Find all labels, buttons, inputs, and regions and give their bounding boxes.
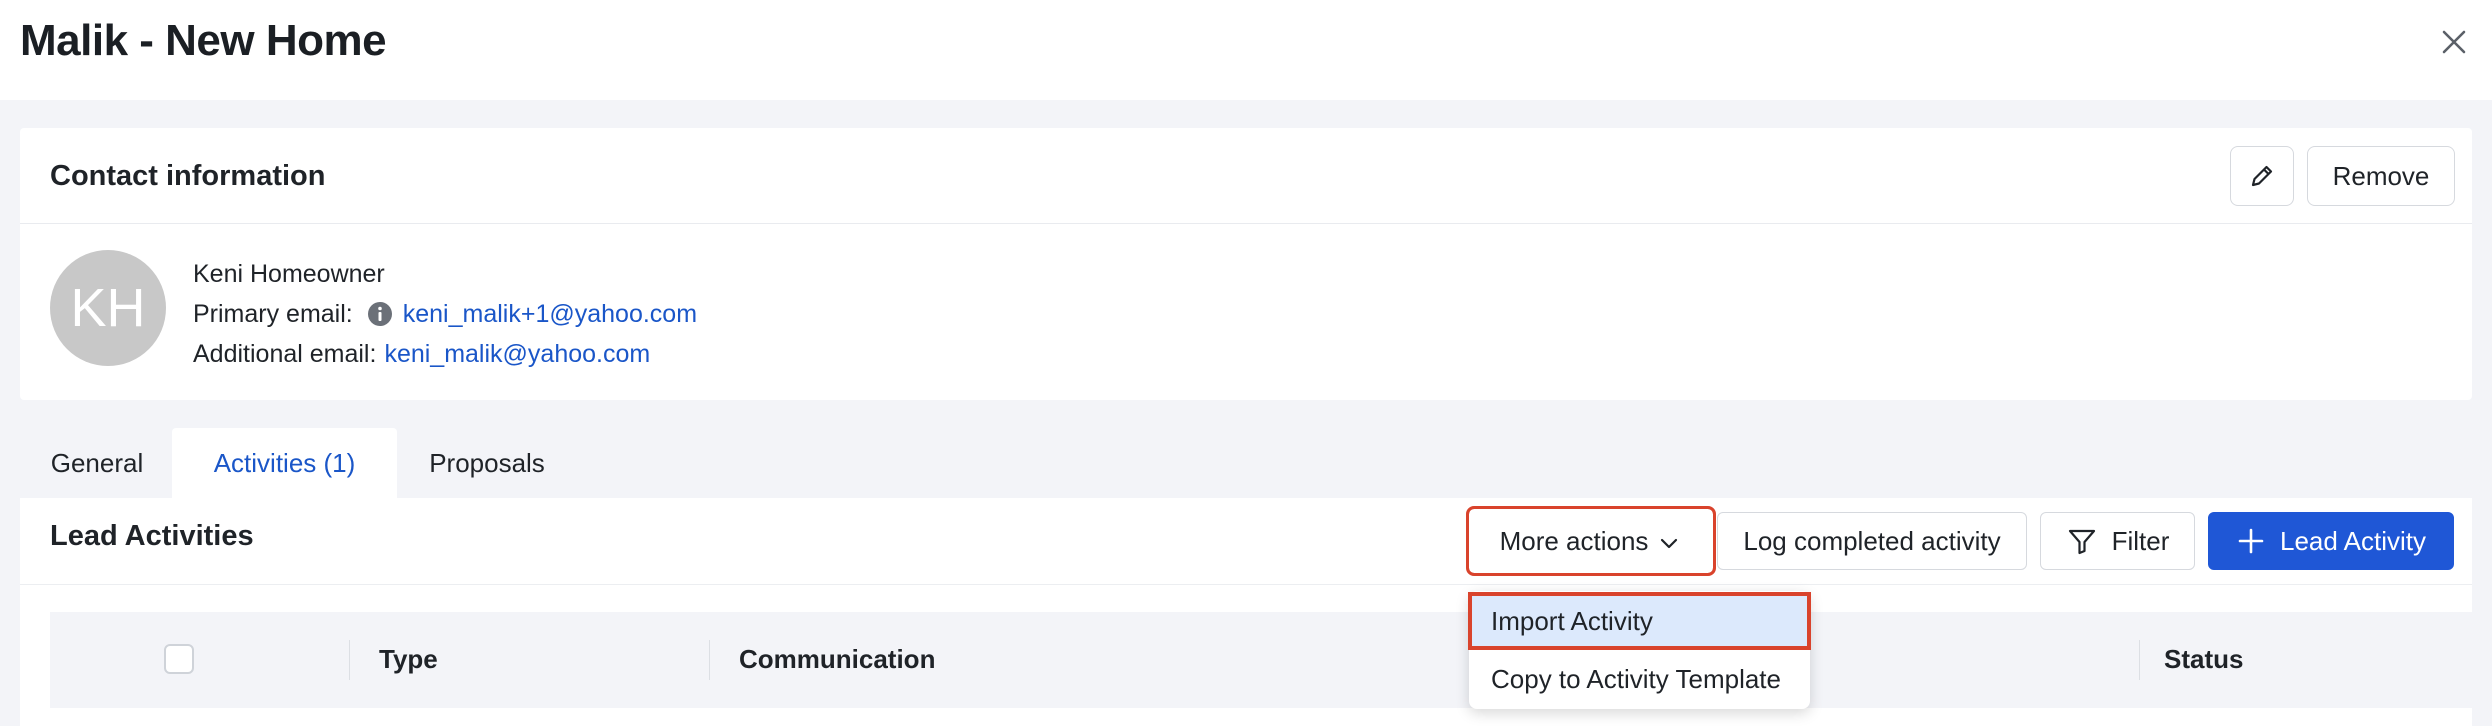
- menu-item-import-activity[interactable]: Import Activity: [1468, 592, 1811, 650]
- filter-icon: [2068, 529, 2095, 555]
- more-actions-button[interactable]: More actions: [1466, 506, 1716, 576]
- edit-contact-button[interactable]: [2230, 146, 2294, 206]
- contact-card-header: Contact information Remove: [20, 128, 2472, 224]
- column-header-status[interactable]: Status: [2164, 644, 2243, 675]
- select-all-checkbox[interactable]: [164, 644, 194, 674]
- plus-icon: [2238, 528, 2264, 554]
- primary-email-row: Primary email: keni_malik+1@yahoo.com: [193, 294, 697, 334]
- column-header-type[interactable]: Type: [379, 644, 438, 675]
- additional-email-label: Additional email:: [193, 339, 377, 368]
- contact-card-title: Contact information: [50, 160, 326, 192]
- additional-email-link[interactable]: keni_malik@yahoo.com: [384, 340, 650, 369]
- remove-contact-button[interactable]: Remove: [2307, 146, 2455, 206]
- more-actions-label: More actions: [1499, 525, 1649, 556]
- log-completed-activity-button[interactable]: Log completed activity: [1717, 512, 2027, 570]
- filter-label: Filter: [2111, 525, 2170, 556]
- info-icon[interactable]: [367, 301, 393, 327]
- column-divider: [2139, 640, 2140, 680]
- pencil-icon: [2251, 165, 2273, 187]
- close-button[interactable]: [2436, 24, 2472, 60]
- add-lead-activity-label: Lead Activity: [2280, 525, 2426, 556]
- table-header: Type Communication Status: [50, 612, 2472, 708]
- dialog-header: Malik - New Home: [0, 0, 2492, 100]
- page-title: Malik - New Home: [20, 16, 387, 65]
- primary-email-link[interactable]: keni_malik+1@yahoo.com: [403, 300, 697, 329]
- column-divider: [709, 640, 710, 680]
- additional-email-row: Additional email: keni_malik@yahoo.com: [193, 334, 697, 374]
- column-divider: [349, 640, 350, 680]
- menu-item-copy-to-activity-template[interactable]: Copy to Activity Template: [1469, 651, 1810, 707]
- more-actions-menu: Import Activity Copy to Activity Templat…: [1468, 591, 1811, 709]
- tab-general[interactable]: General: [20, 428, 174, 498]
- tab-proposals[interactable]: Proposals: [398, 428, 576, 498]
- contact-name-row: Keni Homeowner: [193, 254, 697, 294]
- contact-information-card: Contact information Remove KH Keni Homeo…: [20, 128, 2472, 400]
- filter-button[interactable]: Filter: [2040, 512, 2195, 570]
- panel-divider: [20, 584, 2472, 585]
- column-header-communication[interactable]: Communication: [739, 644, 935, 675]
- chevron-down-icon: [1661, 538, 1678, 549]
- lead-activities-panel: Lead Activities More actions Log complet…: [20, 498, 2472, 726]
- add-lead-activity-button[interactable]: Lead Activity: [2208, 512, 2454, 570]
- tab-activities[interactable]: Activities (1): [172, 428, 397, 498]
- panel-title: Lead Activities: [50, 520, 254, 552]
- contact-details: Keni Homeowner Primary email: keni_malik…: [193, 254, 697, 374]
- close-icon[interactable]: [2436, 24, 2472, 60]
- primary-email-label: Primary email:: [193, 299, 353, 328]
- avatar: KH: [50, 250, 166, 366]
- contact-name: Keni Homeowner: [193, 259, 385, 288]
